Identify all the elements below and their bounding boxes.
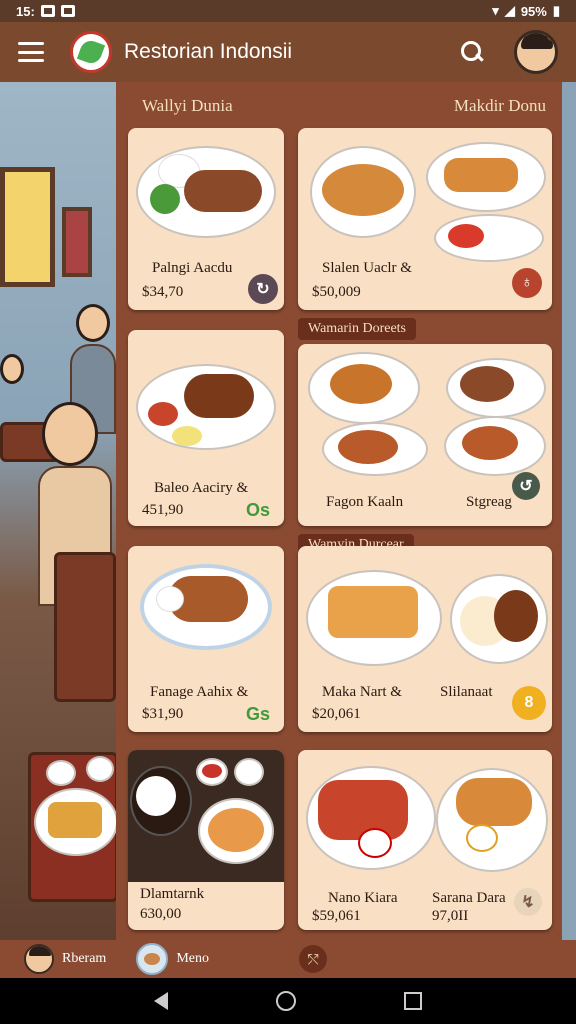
notification-icon-2 [60,5,75,17]
menu-item-name: Palngi Aacdu [152,260,233,276]
menu-card[interactable]: Slalen Uaclr & $50,009 ♁ [298,128,552,310]
app-title: Restorian Indonsii [124,40,293,63]
menu-item-price: $34,70 [142,284,184,300]
menu-item-name: Baleo Aaciry & [154,480,249,496]
menu-panel: Wallyi Dunia Makdir Donu Palngi Aacdu $3… [116,82,562,940]
status-time: 15: [16,3,35,19]
stew [462,426,518,460]
foreground-bowl-2 [86,756,114,782]
menu-item-name: Fanage Aahix & [150,684,249,700]
add-to-cart-icon[interactable]: ♁ [512,268,542,298]
search-icon[interactable] [460,40,484,64]
nav-item-reservation[interactable]: Rberam [24,944,106,974]
add-to-cart-icon[interactable]: ↻ [248,274,278,304]
profile-avatar[interactable] [514,30,558,74]
menu-item-name: Maka Nart & [322,684,402,700]
section-header-left: Wallyi Dunia [142,96,233,115]
fried-snack [328,586,418,638]
sauce [148,402,178,426]
diner-table [54,552,116,702]
menu-card[interactable]: Fanage Aahix & $31,90 Gs [128,546,284,732]
category-ribbon: Wamarin Doreets [298,318,416,340]
menu-item-price: $50,009 [312,284,361,300]
menu-item-price: 451,90 [142,502,184,518]
menu-card[interactable]: Palngi Aacdu $34,70 ↻ [128,128,284,310]
fried-chicken [330,364,392,404]
shuffle-icon[interactable]: ⤲ [299,945,327,973]
menu-item-price: 630,00 [140,906,182,922]
add-to-cart-icon[interactable]: ↺ [512,472,540,500]
chili [448,224,484,248]
dip-bowl [358,828,392,858]
item-count-badge[interactable]: 8 [512,686,546,720]
nav-label: Rberam [62,951,107,966]
egg [172,426,202,446]
curry [338,430,398,464]
menu-card[interactable]: Dlamtarnk 630,00 [128,750,284,930]
background-window [0,167,55,287]
sauce-bowl-2 [234,758,264,786]
background-waiter-head [76,304,110,342]
user-avatar-icon [24,944,54,974]
back-icon[interactable] [154,992,168,1010]
menu-card[interactable]: Nano Kiara $59,061 Sarana Dara 97,0II ↯ [298,750,552,930]
vegetables [150,184,180,214]
foreground-food [48,802,102,838]
menu-card[interactable]: Baleo Aaciry & 451,90 Os [128,330,284,526]
system-navigation-bar [0,978,576,1024]
beef [460,366,514,402]
recent-apps-icon[interactable] [404,992,422,1010]
nav-label: Meno [176,951,209,966]
bottom-navigation: Rberam Meno ⤲ [0,940,576,978]
sauce-bowl [466,824,498,852]
add-to-cart-icon[interactable]: ↯ [514,888,542,916]
background-diner-head [0,354,24,384]
noodles [322,164,404,216]
app-bar: Restorian Indonsii [0,22,576,82]
foreground-bowl [46,760,76,786]
notification-dot [547,33,555,41]
nav-item-menu[interactable]: Meno [136,943,209,975]
rendang [494,590,538,642]
sambal [202,764,222,778]
menu-item-name: Slalen Uaclr & [322,260,412,276]
home-icon[interactable] [276,991,296,1011]
wifi-icon: ▾ [492,3,499,18]
section-header-right: Makdir Donu [453,96,546,115]
menu-card[interactable]: Fagon Kaaln Stgreag ↺ [298,344,552,526]
menu-card[interactable]: Maka Nart & $20,061 Slilanaat 8 [298,546,552,732]
menu-item-name: Dlamtarnk [140,886,205,902]
menu-item-price: $59,061 [312,908,361,924]
menu-item-name-2: Slilanaat [440,684,493,700]
menu-item-price-2: 97,0II [432,908,469,924]
notification-icon [40,5,55,17]
menu-icon[interactable] [18,42,44,62]
meat [184,170,262,212]
spring-rolls [444,158,518,192]
menu-item-name-2: Sarana Dara [432,890,506,906]
menu-item-tag: Os [246,500,271,520]
menu-item-tag: Gs [246,704,271,724]
menu-item-price: $20,061 [312,706,361,722]
soup [208,808,264,852]
bowl-icon [136,943,169,975]
background-painting [62,207,92,277]
status-bar: 15: ▾ ◢ 95% ▮ [0,0,576,22]
menu-item-price: $31,90 [142,706,184,722]
meat [184,374,254,418]
menu-item-name: Nano Kiara [328,890,398,906]
battery-level: 95% [520,3,547,19]
diner-head [42,402,98,466]
rice [156,586,184,612]
menu-item-name-2: Stgreag [466,494,512,510]
signal-icon: ◢ [504,3,515,18]
restaurant-logo [70,31,112,73]
fried-fish [456,778,532,826]
battery-icon: ▮ [552,3,560,18]
rice [136,776,176,816]
menu-item-name: Fagon Kaaln [326,494,404,510]
